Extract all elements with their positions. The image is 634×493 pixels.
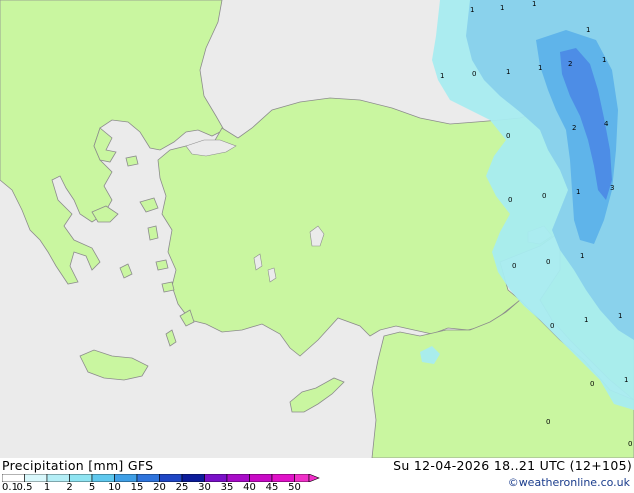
precipitation-map: 1 1 1 1 1 0 1 1 2 1 0 2 4 1 0 0 3 1 0 0 … [0,0,634,458]
legend-title: Precipitation [mm] GFS [2,458,154,473]
color-scale-bar [2,474,320,482]
scale-segment [204,474,228,482]
scale-tick-label: 0.5 [16,482,33,493]
scale-tick-label: 50 [288,482,301,493]
map-footer: Precipitation [mm] GFS Su 12-04-2026 18.… [0,458,634,493]
cell-label: 1 [618,312,622,320]
scale-tick-label: 30 [198,482,211,493]
scale-arrow [308,474,320,482]
scale-segment [91,474,115,482]
cell-label: 1 [584,316,588,324]
cell-label: 0 [542,192,546,200]
cell-label: 0 [506,132,510,140]
scale-segment [24,474,48,482]
scale-segment [46,474,70,482]
scale-tick-label: 1 [43,482,51,493]
scale-tick-label: 35 [220,482,234,493]
scale-tick-label: 45 [265,482,279,493]
cell-label: 4 [604,120,609,128]
scale-tick-label: 15 [130,482,144,493]
cell-label: 2 [572,124,576,132]
cell-label: 0 [628,440,632,448]
scale-tick-label: 2 [66,482,73,493]
cell-label: 1 [624,376,628,384]
cell-label: 1 [576,188,580,196]
credit-link[interactable]: ©weatheronline.co.uk [508,476,630,489]
cell-label: 1 [580,252,584,260]
cell-label: 1 [506,68,510,76]
cell-label: 1 [538,64,542,72]
cell-label: 1 [602,56,606,64]
scale-segment [271,474,295,482]
scale-tick-label: 20 [153,482,166,493]
scale-segment [249,474,273,482]
cell-label: 1 [586,26,590,34]
cell-label: 3 [610,184,614,192]
island-samos [155,259,169,271]
scale-segment [69,474,93,482]
scale-segment [2,474,25,482]
cell-label: 0 [546,258,550,266]
cell-label: 1 [440,72,444,80]
cell-label: 1 [470,6,474,14]
scale-segment [114,474,138,482]
cell-label: 1 [532,0,536,8]
scale-tick-label: 40 [243,482,256,493]
scale-segment [294,474,310,482]
cell-label: 0 [472,70,476,78]
cell-label: 0 [508,196,512,204]
scale-tick-label: 10 [108,482,121,493]
island-kos [161,281,175,293]
island-chios [147,225,159,241]
scale-segment [226,474,250,482]
cell-label: 1 [500,4,504,12]
scale-tick-label: 25 [175,482,189,493]
cell-label: 0 [550,322,554,330]
forecast-time: Su 12-04-2026 18..21 UTC (12+105) [393,458,632,473]
scale-segment [136,474,160,482]
cell-label: 2 [568,60,572,68]
cell-label: 0 [590,380,594,388]
scale-tick-label: 5 [88,482,96,493]
scale-segment [181,474,205,482]
cell-label: 0 [546,418,550,426]
scale-segment [159,474,183,482]
cell-label: 0 [512,262,516,270]
island-lemnos [125,155,139,167]
